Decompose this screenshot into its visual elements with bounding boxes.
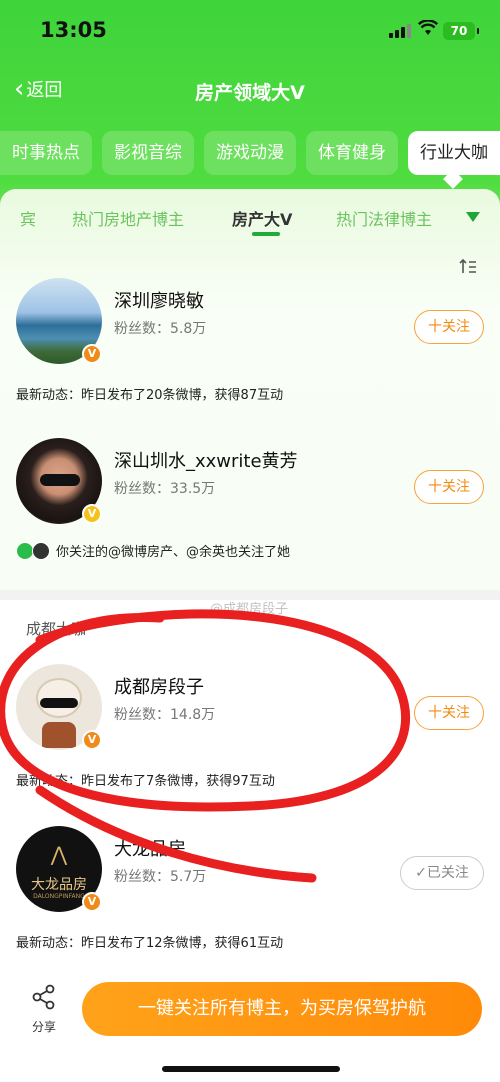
status-bar: 13:05 70 bbox=[0, 0, 500, 60]
follow-button[interactable]: 十关注 bbox=[414, 696, 484, 730]
signal-icon bbox=[389, 24, 411, 38]
logo-chevron-graphic: ⋀ bbox=[50, 842, 68, 866]
page-title: 房产领域大V bbox=[195, 82, 305, 104]
follow-all-button[interactable]: 一键关注所有博主，为买房保驾护航 bbox=[82, 982, 482, 1036]
verified-badge-icon: V bbox=[82, 504, 102, 524]
subtab[interactable]: 热门法律博主 bbox=[336, 206, 432, 230]
sunglasses-graphic bbox=[40, 698, 78, 708]
category-tab[interactable]: 时事热点 bbox=[0, 131, 92, 175]
fans-count: 粉丝数：33.5万 bbox=[114, 481, 216, 497]
category-tab-active[interactable]: 行业大咖 bbox=[408, 131, 500, 175]
home-indicator bbox=[162, 1066, 340, 1072]
follow-button[interactable]: 十关注 bbox=[414, 310, 484, 344]
status-time: 13:05 bbox=[40, 18, 107, 42]
category-tab[interactable]: 游戏动漫 bbox=[204, 131, 296, 175]
followed-button[interactable]: ✓已关注 bbox=[400, 856, 484, 890]
follow-button[interactable]: 十关注 bbox=[414, 470, 484, 504]
fans-count: 粉丝数：5.7万 bbox=[114, 869, 207, 885]
fans-count: 粉丝数：5.8万 bbox=[114, 321, 207, 337]
avatar-logo-text: 大龙品房 bbox=[31, 877, 87, 893]
latest-activity: 最新动态：昨日发布了20条微博，获得87互动 bbox=[16, 388, 284, 403]
latest-activity: 最新动态：昨日发布了12条微博，获得61互动 bbox=[16, 936, 284, 951]
navbar: ‹ 返回 房产领域大V bbox=[0, 70, 500, 110]
verified-badge-icon: V bbox=[82, 892, 102, 912]
share-label: 分享 bbox=[31, 1020, 56, 1034]
sort-icon[interactable] bbox=[452, 257, 484, 285]
user-name[interactable]: 深圳廖晓敏 bbox=[114, 287, 204, 313]
sunglasses-graphic bbox=[40, 474, 80, 486]
mutual-text: 你关注的@微博房产、@余英也关注了她 bbox=[56, 545, 291, 560]
category-tabs: 时事热点 影视音综 游戏动漫 体育健身 行业大咖 bbox=[0, 131, 500, 175]
verified-badge-icon: V bbox=[82, 344, 102, 364]
category-tab[interactable]: 影视音综 bbox=[102, 131, 194, 175]
wifi-icon bbox=[417, 19, 439, 41]
subtab[interactable]: 热门房地产博主 bbox=[72, 206, 184, 230]
category-tab[interactable]: 体育健身 bbox=[306, 131, 398, 175]
watermark: @成都房段子 bbox=[210, 602, 289, 617]
subtab-underline bbox=[252, 232, 280, 236]
user-name[interactable]: 深山圳水_xxwrite黄芳 bbox=[114, 447, 298, 473]
battery-icon: 70 bbox=[443, 22, 479, 40]
group-title: 成都大咖 bbox=[26, 620, 87, 638]
subtabs: 宾 热门房地产博主 房产大V 热门法律博主 bbox=[0, 198, 500, 244]
mutual-follow-info: 你关注的@微博房产、@余英也关注了她 bbox=[16, 541, 290, 560]
verified-badge-icon: V bbox=[82, 730, 102, 750]
fans-count: 粉丝数：14.8万 bbox=[114, 707, 216, 723]
share-icon bbox=[24, 984, 64, 1016]
subtab[interactable]: 宾 bbox=[20, 206, 36, 230]
subtab-active[interactable]: 房产大V bbox=[232, 206, 292, 230]
user-name[interactable]: 成都房段子 bbox=[114, 673, 204, 699]
user-name[interactable]: 大龙品房 bbox=[114, 835, 186, 861]
mini-avatar bbox=[32, 541, 50, 560]
chevron-down-icon[interactable] bbox=[466, 212, 480, 222]
cartoon-body-graphic bbox=[42, 722, 76, 748]
latest-activity: 最新动态：昨日发布了7条微博，获得97互动 bbox=[16, 774, 275, 789]
share-button[interactable]: 分享 bbox=[24, 984, 64, 1035]
